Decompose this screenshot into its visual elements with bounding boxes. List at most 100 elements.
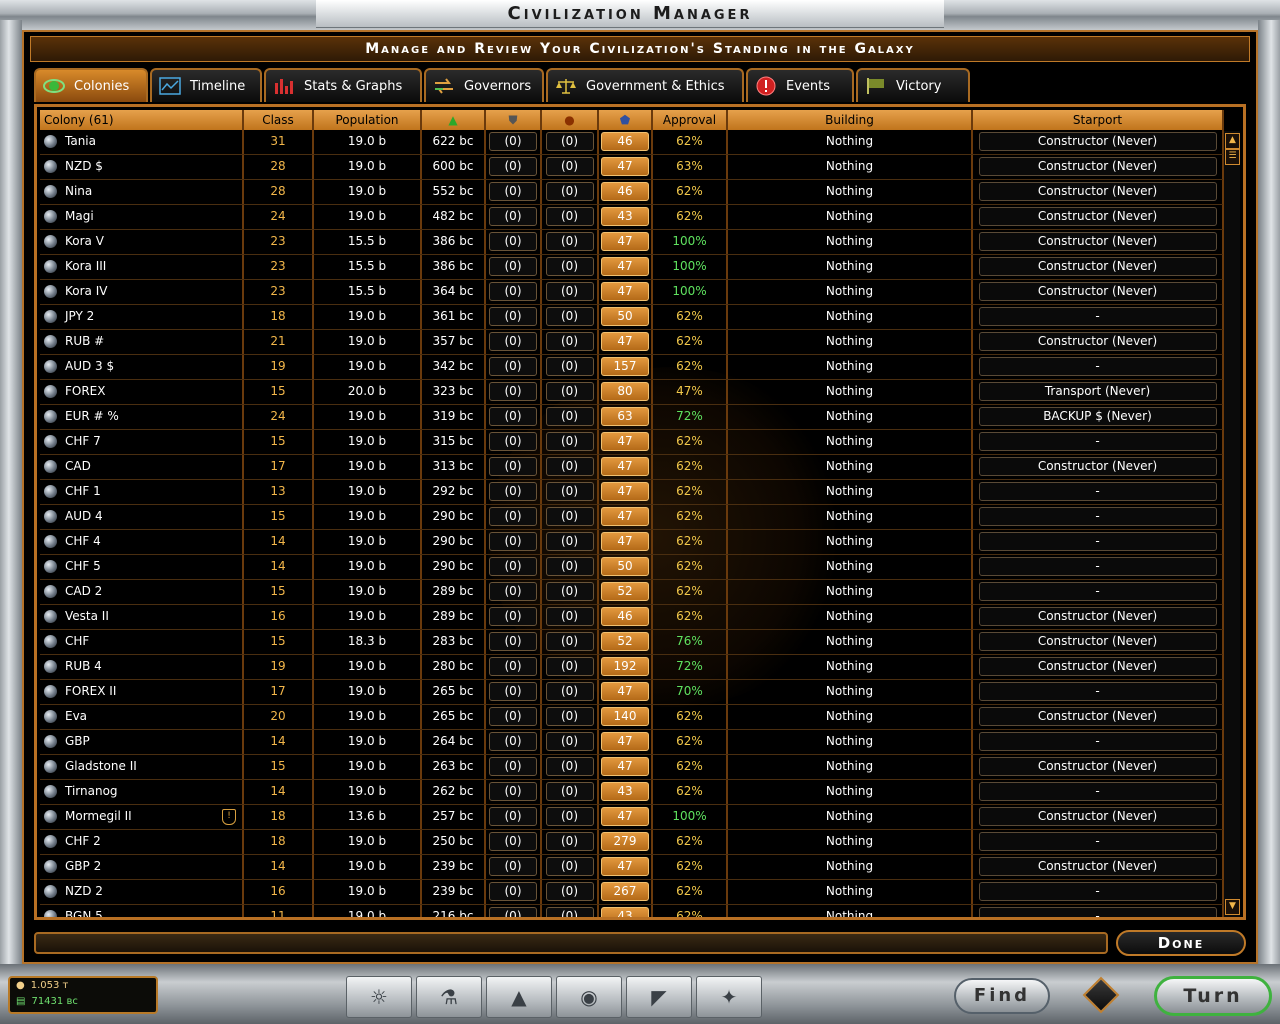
- cell-name[interactable]: Eva: [40, 705, 244, 729]
- table-row[interactable]: CHF 1 13 19.0 b 292 bc (0) (0) 47 62% Nothing -: [40, 480, 1224, 505]
- cell-starport[interactable]: -: [973, 530, 1224, 554]
- research-button[interactable]: ⚗: [416, 976, 482, 1018]
- starport-field[interactable]: -: [978, 782, 1217, 801]
- starport-field[interactable]: Constructor (Never): [978, 282, 1217, 301]
- cell-name[interactable]: CHF 4: [40, 530, 244, 554]
- cell-name[interactable]: Kora III: [40, 255, 244, 279]
- tab-events[interactable]: Events: [746, 68, 854, 102]
- cell-name[interactable]: Kora IV: [40, 280, 244, 304]
- cell-name[interactable]: Magi: [40, 205, 244, 229]
- starport-field[interactable]: Constructor (Never): [978, 207, 1217, 226]
- cell-starport[interactable]: -: [973, 305, 1224, 329]
- starport-field[interactable]: Constructor (Never): [978, 132, 1217, 151]
- starport-field[interactable]: Constructor (Never): [978, 857, 1217, 876]
- starport-field[interactable]: -: [978, 357, 1217, 376]
- starport-field[interactable]: -: [978, 882, 1217, 901]
- cell-starport[interactable]: Constructor (Never): [973, 455, 1224, 479]
- header-population[interactable]: Population: [314, 110, 422, 130]
- cell-name[interactable]: Tania: [40, 130, 244, 154]
- starport-field[interactable]: Constructor (Never): [978, 332, 1217, 351]
- cell-starport[interactable]: -: [973, 555, 1224, 579]
- tab-colonies[interactable]: Colonies: [34, 68, 148, 102]
- cell-name[interactable]: CHF 2: [40, 830, 244, 854]
- table-row[interactable]: RUB # 21 19.0 b 357 bc (0) (0) 47 62% Nothing Con…: [40, 330, 1224, 355]
- cell-name[interactable]: CHF 7: [40, 430, 244, 454]
- cell-starport[interactable]: -: [973, 480, 1224, 504]
- cell-starport[interactable]: Constructor (Never): [973, 230, 1224, 254]
- table-row[interactable]: CHF 5 14 19.0 b 290 bc (0) (0) 50 62% Nothing -: [40, 555, 1224, 580]
- starport-field[interactable]: Constructor (Never): [978, 707, 1217, 726]
- table-row[interactable]: AUD 3 $ 19 19.0 b 342 bc (0) (0) 157 62% Nothing…: [40, 355, 1224, 380]
- nav-diamond-button[interactable]: [1074, 976, 1128, 1014]
- table-row[interactable]: AUD 4 15 19.0 b 290 bc (0) (0) 47 62% Nothing -: [40, 505, 1224, 530]
- table-row[interactable]: BGN 5 11 19.0 b 216 bc (0) (0) 43 62% Nothing -: [40, 905, 1224, 917]
- cell-name[interactable]: RUB #: [40, 330, 244, 354]
- table-row[interactable]: Tirnanog 14 19.0 b 262 bc (0) (0) 43 62% Nothing…: [40, 780, 1224, 805]
- cell-starport[interactable]: -: [973, 730, 1224, 754]
- starport-field[interactable]: -: [978, 532, 1217, 551]
- cell-starport[interactable]: Constructor (Never): [973, 330, 1224, 354]
- starport-field[interactable]: -: [978, 907, 1217, 917]
- cell-starport[interactable]: BACKUP $ (Never): [973, 405, 1224, 429]
- starport-field[interactable]: -: [978, 732, 1217, 751]
- tab-victory[interactable]: Victory: [856, 68, 970, 102]
- cell-starport[interactable]: Constructor (Never): [973, 805, 1224, 829]
- scroll-thumb[interactable]: ☰: [1225, 149, 1240, 165]
- starport-field[interactable]: -: [978, 482, 1217, 501]
- table-row[interactable]: RUB 4 19 19.0 b 280 bc (0) (0) 192 72% Nothing Co…: [40, 655, 1224, 680]
- starport-field[interactable]: -: [978, 832, 1217, 851]
- table-row[interactable]: CHF 7 15 19.0 b 315 bc (0) (0) 47 62% Nothing -: [40, 430, 1224, 455]
- starport-field[interactable]: BACKUP $ (Never): [978, 407, 1217, 426]
- cell-name[interactable]: Gladstone II: [40, 755, 244, 779]
- starport-field[interactable]: Constructor (Never): [978, 232, 1217, 251]
- header-defense[interactable]: ⛊: [486, 110, 542, 130]
- cell-starport[interactable]: Constructor (Never): [973, 155, 1224, 179]
- cell-name[interactable]: AUD 3 $: [40, 355, 244, 379]
- cell-name[interactable]: CAD: [40, 455, 244, 479]
- cell-starport[interactable]: Constructor (Never): [973, 280, 1224, 304]
- civilization-button[interactable]: ✦: [696, 976, 762, 1018]
- table-row[interactable]: CHF 2 18 19.0 b 250 bc (0) (0) 279 62% Nothing -: [40, 830, 1224, 855]
- table-row[interactable]: GBP 2 14 19.0 b 239 bc (0) (0) 47 62% Nothing Con…: [40, 855, 1224, 880]
- table-row[interactable]: Kora IV 23 15.5 b 364 bc (0) (0) 47 100% Nothing…: [40, 280, 1224, 305]
- table-row[interactable]: Tania 31 19.0 b 622 bc (0) (0) 46 62% Nothing Con…: [40, 130, 1224, 155]
- cell-starport[interactable]: -: [973, 355, 1224, 379]
- starport-field[interactable]: Constructor (Never): [978, 807, 1217, 826]
- cell-name[interactable]: NZD 2: [40, 880, 244, 904]
- starport-field[interactable]: Transport (Never): [978, 382, 1217, 401]
- cell-name[interactable]: Kora V: [40, 230, 244, 254]
- table-row[interactable]: Kora V 23 15.5 b 386 bc (0) (0) 47 100% Nothing C…: [40, 230, 1224, 255]
- table-row[interactable]: NZD 2 16 19.0 b 239 bc (0) (0) 267 62% Nothing -: [40, 880, 1224, 905]
- cell-name[interactable]: GBP 2: [40, 855, 244, 879]
- cell-starport[interactable]: Constructor (Never): [973, 655, 1224, 679]
- table-row[interactable]: CHF 4 14 19.0 b 290 bc (0) (0) 47 62% Nothing -: [40, 530, 1224, 555]
- cell-starport[interactable]: -: [973, 880, 1224, 904]
- cell-name[interactable]: RUB 4: [40, 655, 244, 679]
- cell-name[interactable]: CHF 1: [40, 480, 244, 504]
- cell-name[interactable]: EUR # %: [40, 405, 244, 429]
- table-row[interactable]: Mormegil II! 18 13.6 b 257 bc (0) (0) 47 100% No…: [40, 805, 1224, 830]
- planets-button[interactable]: ☼: [346, 976, 412, 1018]
- table-row[interactable]: Nina 28 19.0 b 552 bc (0) (0) 46 62% Nothing Cons…: [40, 180, 1224, 205]
- starport-field[interactable]: Constructor (Never): [978, 607, 1217, 626]
- cell-starport[interactable]: -: [973, 780, 1224, 804]
- cell-starport[interactable]: -: [973, 430, 1224, 454]
- statistics-button[interactable]: ◤: [626, 976, 692, 1018]
- cell-starport[interactable]: Constructor (Never): [973, 705, 1224, 729]
- cell-starport[interactable]: Transport (Never): [973, 380, 1224, 404]
- starport-field[interactable]: Constructor (Never): [978, 157, 1217, 176]
- ship-design-button[interactable]: ▲: [486, 976, 552, 1018]
- cell-name[interactable]: AUD 4: [40, 505, 244, 529]
- table-row[interactable]: CAD 17 19.0 b 313 bc (0) (0) 47 62% Nothing Const…: [40, 455, 1224, 480]
- scroll-up-button[interactable]: ▲: [1225, 133, 1240, 149]
- cell-starport[interactable]: Constructor (Never): [973, 855, 1224, 879]
- header-building[interactable]: Building: [728, 110, 973, 130]
- starport-field[interactable]: -: [978, 307, 1217, 326]
- starport-field[interactable]: Constructor (Never): [978, 757, 1217, 776]
- cell-starport[interactable]: -: [973, 580, 1224, 604]
- cell-name[interactable]: Mormegil II!: [40, 805, 244, 829]
- header-influence[interactable]: ⬟: [599, 110, 653, 130]
- table-row[interactable]: JPY 2 18 19.0 b 361 bc (0) (0) 50 62% Nothing -: [40, 305, 1224, 330]
- header-starport[interactable]: Starport: [973, 110, 1224, 130]
- cell-name[interactable]: CHF: [40, 630, 244, 654]
